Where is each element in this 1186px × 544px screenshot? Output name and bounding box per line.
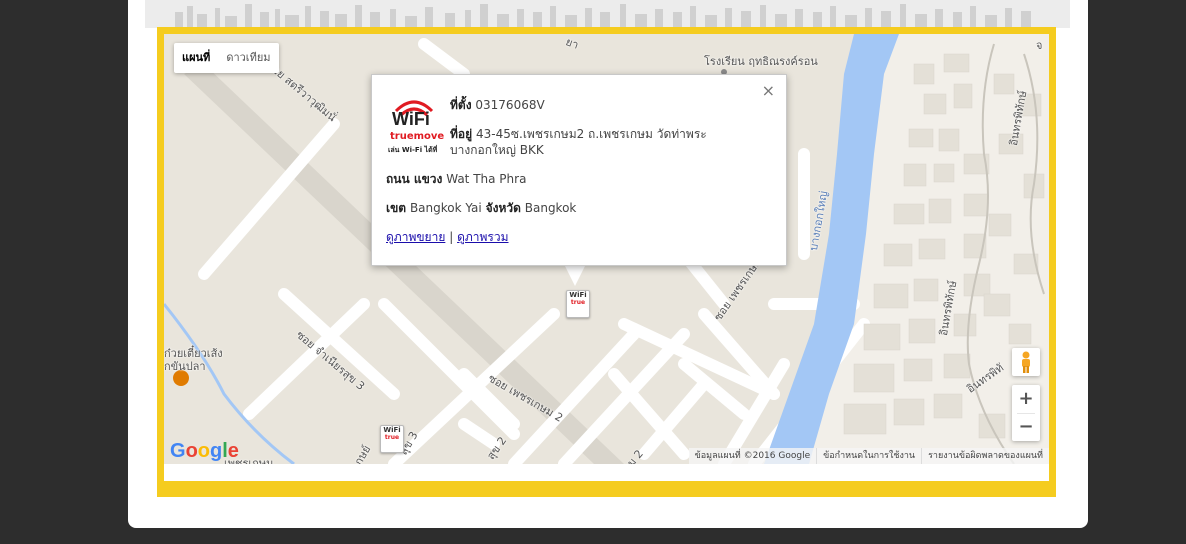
popup-tail bbox=[564, 264, 586, 286]
map-data-credit: ข้อมูลแผนที่ ©2016 Google bbox=[694, 451, 811, 461]
district-label: เขต bbox=[386, 201, 407, 215]
district-row: เขต Bangkok Yai จังหวัด Bangkok bbox=[386, 200, 576, 216]
location-row: ที่ตั้ง 03176068V bbox=[450, 97, 545, 113]
zoom-out-button[interactable]: − bbox=[1012, 413, 1040, 441]
logo-g: G bbox=[170, 440, 186, 462]
province-label: จังหวัด bbox=[485, 201, 521, 215]
district-value: Bangkok Yai bbox=[409, 201, 482, 215]
map-type-control: แผนที่ ดาวเทียม bbox=[174, 43, 279, 73]
wifi-marker-main[interactable]: WiFi true bbox=[566, 290, 590, 318]
truemove-wifi-logo: WiFi truemove เล่น Wi-Fi ได้ที่ bbox=[386, 97, 445, 167]
address-label: ที่อยู่ bbox=[450, 127, 473, 141]
link-separator: | bbox=[449, 230, 454, 244]
report-error-link[interactable]: รายงานข้อผิดพลาดของแผนที่ bbox=[921, 448, 1049, 464]
wifi-marker-second[interactable]: WiFi true bbox=[380, 425, 404, 453]
marker-brand: true bbox=[570, 299, 586, 306]
address-row: ที่อยู่ 43-45ซ.เพชรเกษม2 ถ.เพชรเกษม วัดท… bbox=[450, 126, 707, 158]
label-restaurant-2: กขันปลา bbox=[164, 360, 206, 373]
links-row: ดูภาพขยาย | ดูภาพรวม bbox=[386, 229, 509, 245]
address-value-2: บางกอกใหญ่ BKK bbox=[450, 143, 544, 157]
logo-e: e bbox=[227, 440, 239, 462]
label-road-east-top: จ bbox=[1036, 39, 1043, 52]
close-icon[interactable]: × bbox=[762, 81, 775, 100]
province-value: Bangkok bbox=[524, 201, 577, 215]
zoom-divider bbox=[1017, 413, 1035, 414]
google-map[interactable]: โรงเรียน ฤทธิณรงค์รอน ซอย สตรีวาวุฒิมนั่… bbox=[164, 34, 1049, 464]
info-window: × WiFi truemove เล่น Wi-Fi ได้ที่ ที่ตั้… bbox=[371, 74, 787, 266]
map-frame: โรงเรียน ฤทธิณรงค์รอน ซอย สตรีวาวุฒิมนั่… bbox=[157, 27, 1056, 497]
map-footer-strip bbox=[164, 464, 1049, 481]
road-label: ถนน แขวง bbox=[386, 172, 443, 186]
zoom-in-button[interactable]: + bbox=[1012, 385, 1040, 413]
logo-tag: เล่น Wi-Fi ได้ที่ bbox=[388, 146, 438, 154]
logo-o2: o bbox=[197, 440, 210, 462]
road-row: ถนน แขวง Wat Tha Phra bbox=[386, 171, 526, 187]
map-attribution: ข้อมูลแผนที่ ©2016 Google ข้อกำหนดในการใ… bbox=[688, 448, 1049, 464]
terms-link[interactable]: ข้อกำหนดในการใช้งาน bbox=[816, 448, 921, 464]
logo-o1: o bbox=[185, 440, 198, 462]
zoom-control: + − bbox=[1012, 385, 1040, 441]
marker-brand: true bbox=[384, 434, 400, 441]
address-value: 43-45ซ.เพชรเกษม2 ถ.เพชรเกษม วัดท่าพระ bbox=[475, 127, 707, 141]
zoom-in-view-link[interactable]: ดูภาพขยาย bbox=[386, 230, 445, 244]
map-type-satellite-button[interactable]: ดาวเทียม bbox=[218, 43, 278, 73]
overview-link[interactable]: ดูภาพรวม bbox=[457, 230, 508, 244]
label-school: โรงเรียน ฤทธิณรงค์รอน bbox=[704, 55, 818, 68]
map-type-map-button[interactable]: แผนที่ bbox=[174, 43, 218, 73]
skyline-banner bbox=[145, 0, 1070, 28]
logo-brand: truemove bbox=[390, 131, 445, 142]
location-value: 03176068V bbox=[475, 98, 545, 112]
road-value: Wat Tha Phra bbox=[446, 172, 527, 186]
google-logo: Google bbox=[170, 440, 239, 463]
marker-text: WiFi bbox=[569, 291, 587, 299]
marker-text: WiFi bbox=[383, 426, 401, 434]
street-view-pegman-icon[interactable] bbox=[1012, 348, 1040, 376]
logo-wifi: WiFi bbox=[392, 109, 430, 129]
location-label: ที่ตั้ง bbox=[450, 98, 472, 112]
logo-g2: g bbox=[210, 440, 223, 462]
